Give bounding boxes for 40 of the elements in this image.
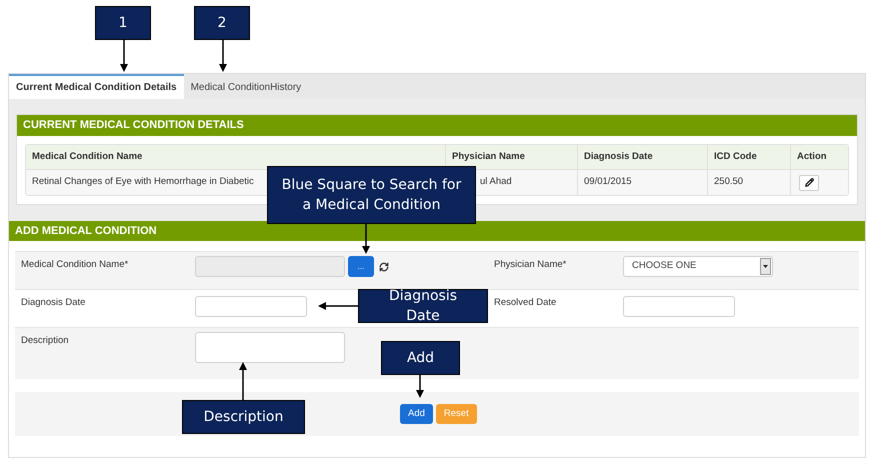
table-cell-text: ul Ahad — [480, 175, 512, 190]
field-label: Diagnosis Date — [21, 297, 86, 308]
callout-box: 2 — [194, 6, 250, 40]
field-label: Description — [21, 335, 69, 346]
condition-name-field[interactable] — [195, 256, 345, 277]
edit-button[interactable] — [799, 174, 819, 190]
pencil-icon — [804, 178, 814, 187]
tab[interactable]: Medical ConditionHistory — [184, 74, 308, 99]
field-label: Medical Condition Name* — [21, 259, 128, 270]
refresh-icon[interactable] — [379, 262, 389, 272]
pointer-arrow — [416, 375, 424, 398]
field-label: Resolved Date — [494, 297, 556, 308]
add-button[interactable]: Add — [400, 404, 433, 424]
table-cell: 09/01/2015 — [577, 170, 707, 195]
tab[interactable]: Current Medical Condition Details — [9, 74, 184, 99]
pointer-arrow — [219, 40, 227, 72]
pointer-arrow — [120, 40, 128, 72]
date-field[interactable] — [623, 296, 735, 316]
physician-select[interactable]: CHOOSE ONE — [623, 256, 773, 277]
table-cell-text: Retinal Changes of Eye with Hemorrhage in Diabetic — [32, 175, 254, 190]
column-header: Diagnosis Date — [577, 145, 707, 169]
column-header: Action — [790, 145, 848, 169]
section-header: ADD MEDICAL CONDITION — [9, 221, 865, 241]
pointer-arrow — [239, 362, 247, 400]
callout-box: 1 — [95, 6, 151, 40]
callout-box: Blue Square to Search for a Medical Condition — [267, 166, 476, 224]
description-field[interactable] — [195, 332, 345, 363]
dropdown-icon — [760, 258, 771, 275]
section-header: CURRENT MEDICAL CONDITION DETAILS — [17, 115, 857, 136]
pointer-arrow — [362, 224, 370, 254]
table-cell: 250.50 — [707, 170, 790, 195]
column-header: ICD Code — [707, 145, 790, 169]
callout-box: Description — [182, 400, 305, 434]
column-header: Medical Condition Name — [31, 150, 144, 164]
pointer-arrow — [318, 302, 358, 310]
search-button[interactable]: ... — [348, 256, 374, 277]
field-label: Physician Name* — [494, 259, 566, 270]
date-field[interactable] — [195, 296, 307, 316]
callout-box: Diagnosis Date — [358, 289, 488, 323]
callout-box: Add — [381, 341, 460, 375]
